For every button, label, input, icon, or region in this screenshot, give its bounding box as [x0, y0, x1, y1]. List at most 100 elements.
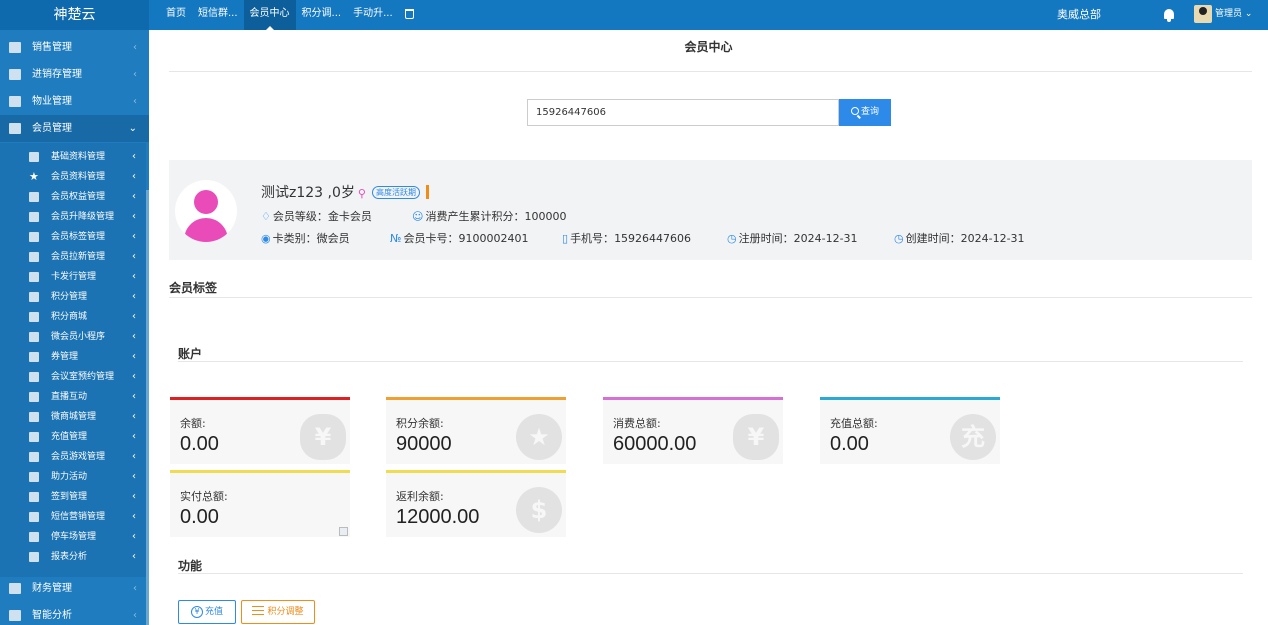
- sidebar-item-finance[interactable]: 财务管理 ‹: [0, 575, 149, 602]
- sidebar-subitem[interactable]: 报表分析 ‹: [0, 547, 146, 567]
- sidebar-item-member[interactable]: 会员管理 ⌄: [0, 115, 149, 142]
- chevron-left-icon: ‹: [132, 411, 136, 422]
- sidebar-subitem[interactable]: 会议室预约管理 ‹: [0, 367, 146, 387]
- chevron-left-icon: ‹: [133, 583, 137, 594]
- points-adjust-button[interactable]: 积分调整: [241, 600, 315, 624]
- search-button[interactable]: 查询: [839, 99, 891, 126]
- search-input[interactable]: [527, 99, 839, 126]
- search-person-icon: ⚲: [357, 187, 366, 200]
- image-icon: [9, 583, 21, 594]
- sidebar-item-property[interactable]: 物业管理 ‹: [0, 88, 149, 115]
- tab-points-adjust[interactable]: 积分调...: [296, 0, 348, 30]
- sidebar-subitem[interactable]: 基础资料管理 ‹: [0, 147, 146, 167]
- sidebar-subitem[interactable]: 直播互动 ‹: [0, 387, 146, 407]
- tab-home[interactable]: 首页: [160, 0, 192, 30]
- tab-close-all[interactable]: [399, 0, 420, 30]
- image-icon: [29, 332, 39, 342]
- tab-sms[interactable]: 短信群...: [192, 0, 244, 30]
- sidebar-subitem[interactable]: 会员权益管理 ‹: [0, 187, 146, 207]
- app-logo[interactable]: 神楚云: [0, 0, 149, 30]
- chevron-left-icon: ‹: [132, 211, 136, 222]
- sidebar-subitem[interactable]: 积分商城 ‹: [0, 307, 146, 327]
- page-title: 会员中心: [684, 40, 733, 54]
- sidebar-subitem[interactable]: 微商城管理 ‹: [0, 407, 146, 427]
- sidebar-subitem[interactable]: 积分管理 ‹: [0, 287, 146, 307]
- image-icon: [9, 42, 21, 53]
- sidebar-subitem[interactable]: 卡发行管理 ‹: [0, 267, 146, 287]
- chevron-left-icon: ‹: [132, 231, 136, 242]
- section-title-account: 账户: [178, 347, 203, 361]
- image-icon: [29, 532, 39, 542]
- diamond-icon: ♢: [261, 210, 271, 223]
- sidebar-item-sales[interactable]: 销售管理 ‹: [0, 34, 149, 61]
- divider: [169, 71, 1252, 72]
- sidebar-subitem[interactable]: 短信营销管理 ‹: [0, 507, 146, 527]
- user-menu[interactable]: 管理员 ⌄: [1215, 0, 1252, 28]
- member-level: ♢ 会员等级：金卡会员: [261, 210, 372, 223]
- register-time: ◷ 注册时间：2024-12-31: [727, 232, 858, 245]
- card-type: ◉ 卡类别：微会员: [261, 232, 350, 245]
- image-icon: [29, 192, 39, 202]
- sidebar-subitem[interactable]: 助力活动 ‹: [0, 467, 146, 487]
- number-icon: №: [390, 232, 402, 245]
- image-icon: [29, 392, 39, 402]
- image-icon: [29, 252, 39, 262]
- stat-card-rebate: 返利余额: 12000.00 $: [386, 470, 566, 537]
- bell-icon[interactable]: [1164, 9, 1174, 22]
- chevron-left-icon: ‹: [132, 431, 136, 442]
- dollar-icon: $: [516, 487, 562, 533]
- image-icon: [29, 432, 39, 442]
- chevron-left-icon: ‹: [132, 271, 136, 282]
- search-icon: [850, 107, 859, 115]
- chevron-left-icon: ‹: [132, 471, 136, 482]
- sidebar-subitem[interactable]: 签到管理 ‹: [0, 487, 146, 507]
- sidebar-item-inventory[interactable]: 进销存管理 ‹: [0, 61, 149, 88]
- top-bar: 神楚云 首页 短信群... 会员中心 积分调... 手动升... 奥威总部 管理…: [0, 0, 1268, 30]
- clock-icon: ◷: [894, 232, 904, 245]
- image-icon: [29, 452, 39, 462]
- sidebar-item-analytics[interactable]: 智能分析 ‹: [0, 602, 149, 625]
- chevron-left-icon: ‹: [132, 511, 136, 522]
- star-icon: ★: [29, 170, 39, 183]
- card-number: № 会员卡号：9100002401: [390, 232, 529, 245]
- sidebar-subitem[interactable]: 会员游戏管理 ‹: [0, 447, 146, 467]
- chevron-left-icon: ‹: [132, 551, 136, 562]
- chevron-left-icon: ‹: [132, 531, 136, 542]
- image-icon: [29, 492, 39, 502]
- chevron-left-icon: ‹: [132, 491, 136, 502]
- sidebar-subitem[interactable]: 券管理 ‹: [0, 347, 146, 367]
- chevron-left-icon: ‹: [132, 331, 136, 342]
- sidebar-subitem[interactable]: 会员拉新管理 ‹: [0, 247, 146, 267]
- image-icon: [29, 552, 39, 562]
- recharge-icon: 充: [950, 414, 996, 460]
- chevron-left-icon: ‹: [132, 391, 136, 402]
- sidebar-subitem[interactable]: 充值管理 ‹: [0, 427, 146, 447]
- sidebar-subitem[interactable]: 微会员小程序 ‹: [0, 327, 146, 347]
- divider: [178, 361, 1243, 362]
- divider: [178, 573, 1243, 574]
- org-name[interactable]: 奥威总部: [1057, 0, 1101, 30]
- recharge-button[interactable]: ¥ 充值: [178, 600, 236, 624]
- sidebar-subitem[interactable]: 会员标签管理 ‹: [0, 227, 146, 247]
- image-icon: [29, 352, 39, 362]
- sidebar-subitem[interactable]: 停车场管理 ‹: [0, 527, 146, 547]
- sidebar-subitem[interactable]: ★ 会员资料管理 ‹: [0, 167, 146, 187]
- chevron-left-icon: ‹: [132, 351, 136, 362]
- image-icon: [29, 412, 39, 422]
- image-icon: [29, 272, 39, 282]
- tab-manual-upgrade[interactable]: 手动升...: [347, 0, 399, 30]
- chevron-left-icon: ‹: [132, 291, 136, 302]
- member-profile-panel: 测试z123 ,0岁 ⚲ 高度活跃期 ♢ 会员等级：金卡会员 ☺ 消费产生累计积分：10…: [169, 160, 1252, 260]
- section-title-functions: 功能: [178, 559, 203, 573]
- stat-card-consumption: 消费总额: 60000.00 ¥: [603, 397, 783, 464]
- sidebar-subitem[interactable]: 会员升降级管理 ‹: [0, 207, 146, 227]
- stat-card-points: 积分余额: 90000 ★: [386, 397, 566, 464]
- chevron-left-icon: ‹: [132, 311, 136, 322]
- image-icon: [29, 512, 39, 522]
- shopping-bag-icon: ¥: [733, 414, 779, 460]
- tab-member-center[interactable]: 会员中心: [243, 0, 296, 30]
- user-avatar[interactable]: [1194, 5, 1212, 23]
- divider: [169, 297, 1252, 298]
- yen-icon: ¥: [190, 606, 203, 618]
- trash-icon[interactable]: [404, 9, 414, 19]
